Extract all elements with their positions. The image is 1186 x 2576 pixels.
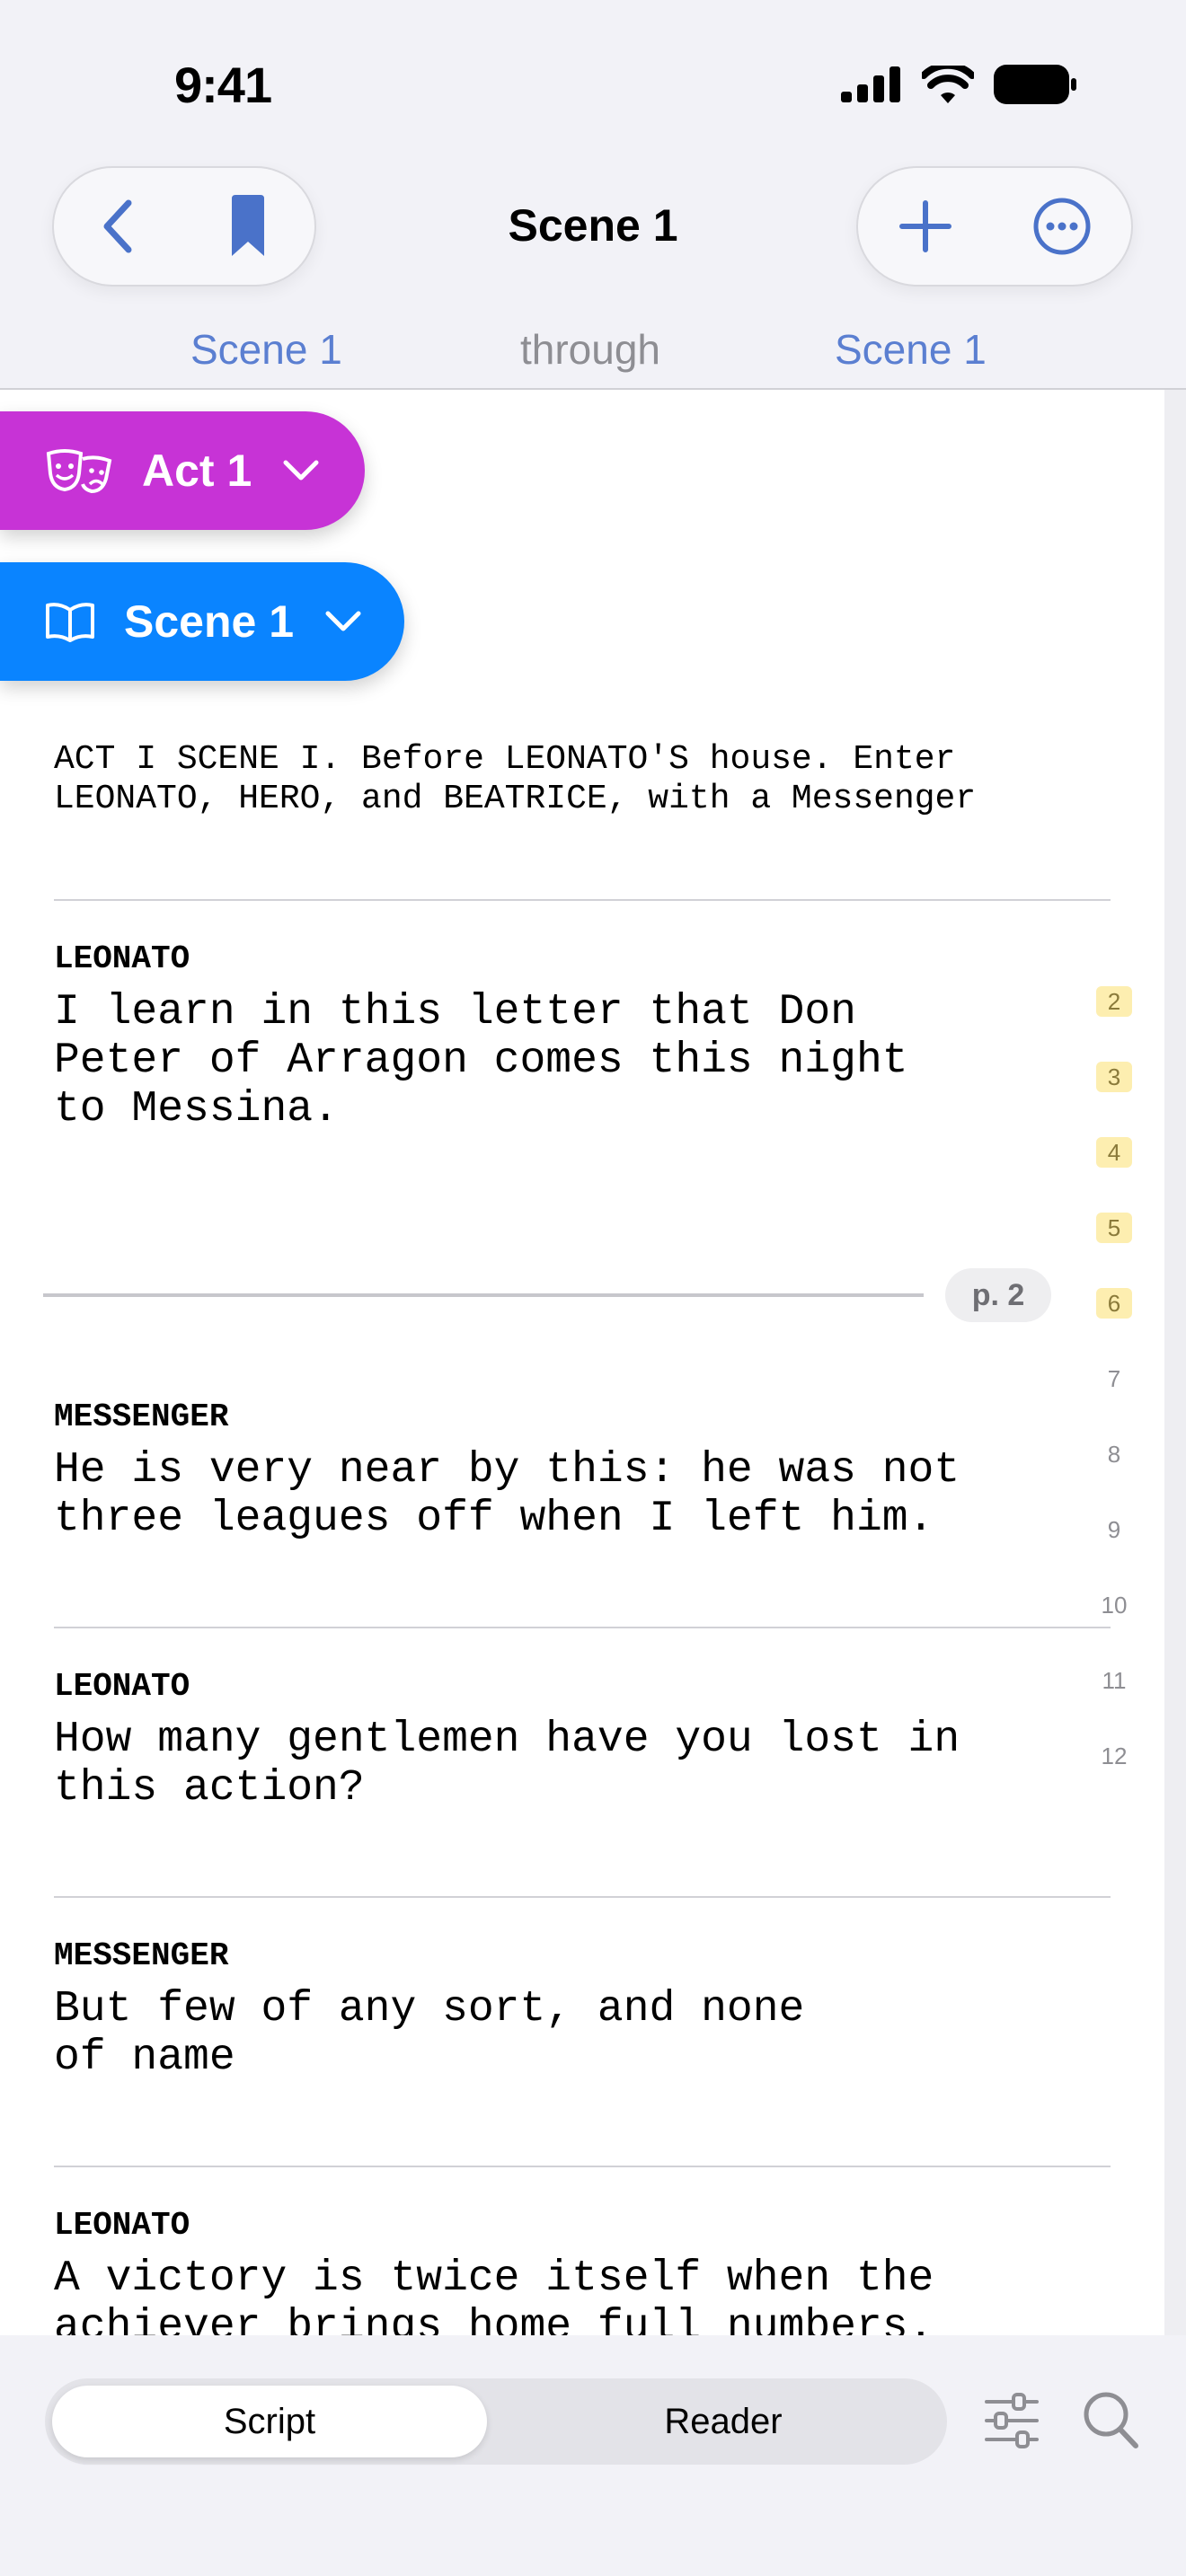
speaker-name: LEONATO bbox=[54, 2207, 190, 2244]
dialogue-text: He is very near by this: he was not thre… bbox=[54, 1446, 960, 1543]
speaker-name: MESSENGER bbox=[54, 1937, 229, 1974]
dialogue-block[interactable]: LEONATO How many gentlemen have you lost… bbox=[54, 1667, 1114, 1813]
line-number: 4 bbox=[1096, 1137, 1132, 1168]
battery-icon bbox=[994, 65, 1076, 104]
nav-right-group bbox=[856, 166, 1133, 287]
line-number: 8 bbox=[1107, 1440, 1121, 1468]
block-divider bbox=[54, 1896, 1111, 1898]
dialogue-text: A victory is twice itself when the achie… bbox=[54, 2254, 934, 2335]
line-number: 6 bbox=[1096, 1288, 1132, 1319]
speaker-name: LEONATO bbox=[54, 1668, 190, 1705]
block-divider bbox=[54, 2166, 1111, 2167]
dialogue-text: I learn in this letter that Don Peter of… bbox=[54, 988, 908, 1134]
line-number: 3 bbox=[1096, 1062, 1132, 1092]
more-ellipsis-icon bbox=[1033, 198, 1090, 255]
plus-icon bbox=[898, 200, 951, 252]
page-break-badge: p. 2 bbox=[945, 1268, 1051, 1322]
scene-selector-label: Scene 1 bbox=[124, 596, 295, 647]
line-number: 9 bbox=[1107, 1515, 1121, 1543]
dialogue-text: How many gentlemen have you lost in this… bbox=[54, 1716, 960, 1813]
chevron-down-icon bbox=[283, 460, 319, 481]
wifi-icon bbox=[922, 66, 974, 103]
dialogue-block[interactable]: LEONATO I learn in this letter that Don … bbox=[54, 940, 1114, 1134]
dialogue-block[interactable]: MESSENGER But few of any sort, and none … bbox=[54, 1936, 1114, 2082]
speaker-name: LEONATO bbox=[54, 940, 190, 977]
act-selector-label: Act 1 bbox=[142, 446, 252, 496]
status-time: 9:41 bbox=[174, 57, 272, 113]
view-mode-segmented-control: Script Reader bbox=[45, 2378, 947, 2465]
scene-heading: ACT I SCENE I. Before LEONATO'S house. E… bbox=[54, 740, 977, 818]
line-number: 7 bbox=[1107, 1364, 1121, 1392]
line-number: 12 bbox=[1101, 1742, 1128, 1769]
line-number: 10 bbox=[1101, 1591, 1128, 1619]
dialogue-block[interactable]: LEONATO A victory is twice itself when t… bbox=[54, 2206, 1114, 2335]
act-selector[interactable]: Act 1 bbox=[0, 411, 365, 530]
status-icons bbox=[841, 65, 1076, 104]
scroll-track[interactable] bbox=[1164, 390, 1186, 2335]
book-icon bbox=[46, 603, 94, 642]
reader-tab[interactable]: Reader bbox=[512, 2386, 934, 2457]
block-divider bbox=[54, 1627, 1111, 1628]
sliders-icon bbox=[985, 2393, 1039, 2448]
search-icon bbox=[1084, 2392, 1138, 2448]
range-end-link[interactable]: Scene 1 bbox=[835, 325, 987, 374]
chevron-down-icon bbox=[325, 611, 361, 631]
line-number: 5 bbox=[1096, 1213, 1132, 1243]
scene-selector[interactable]: Scene 1 bbox=[0, 562, 404, 681]
range-through-label: through bbox=[520, 326, 661, 373]
line-number: 2 bbox=[1096, 986, 1132, 1017]
signal-icon bbox=[841, 66, 900, 102]
dialogue-block[interactable]: MESSENGER He is very near by this: he wa… bbox=[54, 1398, 1114, 1543]
filter-button[interactable] bbox=[983, 2389, 1040, 2457]
range-start-link[interactable]: Scene 1 bbox=[190, 325, 342, 374]
more-button[interactable] bbox=[1032, 197, 1092, 256]
block-divider bbox=[54, 899, 1111, 901]
search-button[interactable] bbox=[1082, 2389, 1141, 2457]
speaker-name: MESSENGER bbox=[54, 1398, 229, 1435]
script-tab[interactable]: Script bbox=[52, 2386, 487, 2457]
add-button[interactable] bbox=[898, 199, 952, 253]
page-break-line bbox=[43, 1293, 924, 1297]
theater-masks-icon bbox=[46, 449, 112, 493]
dialogue-text: But few of any sort, and none of name bbox=[54, 1985, 805, 2082]
script-page[interactable]: Act 1 Scene 1 ACT I SCENE I. Before LEON… bbox=[0, 390, 1164, 2335]
line-number: 11 bbox=[1102, 1666, 1127, 1694]
